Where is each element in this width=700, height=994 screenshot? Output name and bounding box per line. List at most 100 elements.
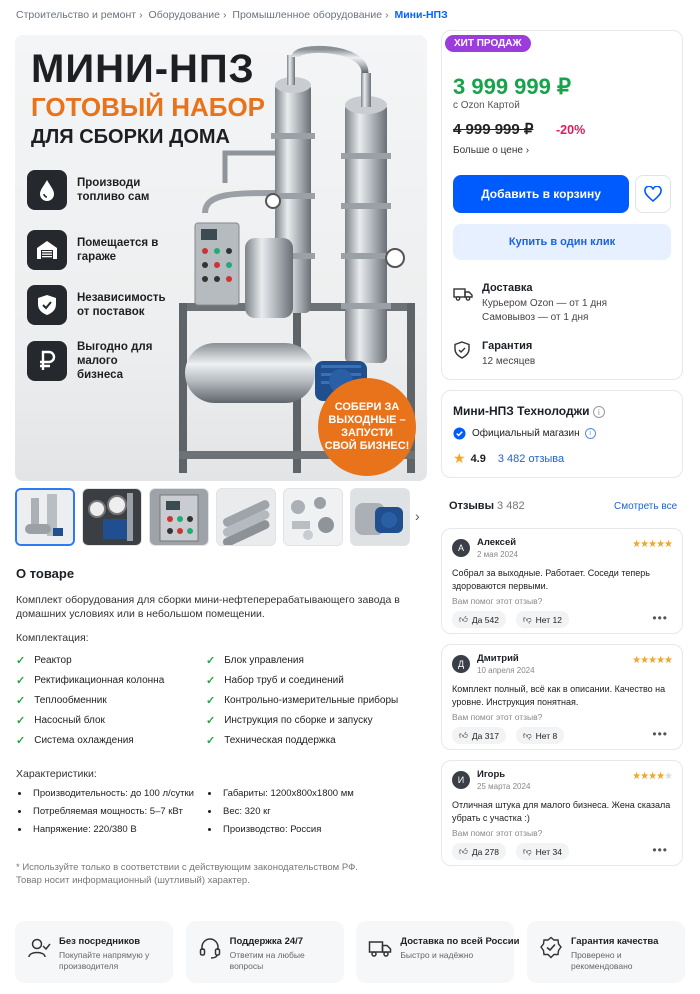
- breadcrumb-item[interactable]: Оборудование: [149, 9, 220, 21]
- store-reviews-link[interactable]: 3 482 отзыва: [498, 453, 564, 465]
- thumbs-up-icon: 👍︎: [459, 846, 468, 856]
- kit-item: ✓ Блок управления: [206, 655, 304, 667]
- ruble-icon: [27, 341, 67, 381]
- spec-item: Производство: Россия: [208, 824, 321, 835]
- spec-item: Напряжение: 220/380 В: [18, 824, 137, 835]
- kit-item: ✓ Набор труб и соединений: [206, 675, 344, 687]
- product-main-image[interactable]: МИНИ-НПЗ ГОТОВЫЙ НАБОР ДЛЯ СБОРКИ ДОМА П…: [15, 35, 427, 481]
- review-date: 2 мая 2024: [477, 550, 518, 559]
- vote-no-button[interactable]: 👎︎ Нет 8: [516, 727, 565, 744]
- more-options-icon[interactable]: •••: [652, 727, 668, 741]
- thumbnail[interactable]: [15, 488, 75, 546]
- vote-yes-button[interactable]: 👍︎ Да 542: [452, 611, 506, 628]
- check-icon: ✓: [16, 655, 26, 667]
- review-text: Комплект полный, всё как в описании. Кач…: [452, 684, 666, 707]
- breadcrumb-current[interactable]: Мини-НПЗ: [394, 9, 447, 21]
- kit-item: ✓ Контрольно-измерительные приборы: [206, 695, 399, 707]
- kit-item: ✓ Техническая поддержка: [206, 735, 336, 747]
- check-icon: ✓: [206, 675, 216, 687]
- check-icon: ✓: [16, 675, 26, 687]
- star-rating: ★★★★★: [632, 655, 673, 666]
- review-date: 10 апреля 2024: [477, 666, 535, 675]
- user-icon: [28, 938, 51, 958]
- store-name[interactable]: Мини-НПЗ Технолоджи i: [453, 404, 605, 418]
- hero-feature: Независимость от поставок: [27, 285, 166, 325]
- discount-badge: -20%: [556, 123, 586, 137]
- reviews-title: Отзывы 3 482: [449, 500, 525, 512]
- breadcrumb: Строительство и ремонт › Оборудование › Пр…: [16, 9, 448, 21]
- check-icon: ✓: [16, 735, 26, 747]
- avatar: А: [452, 539, 470, 557]
- drop-icon: [27, 170, 67, 210]
- kit-item: ✓ Система охлаждения: [16, 735, 134, 747]
- avatar: И: [452, 771, 470, 789]
- thumbnail[interactable]: [149, 488, 209, 546]
- truck-icon: [453, 287, 473, 306]
- warranty-info: Гарантия 12 месяцев: [482, 340, 536, 367]
- vote-yes-button[interactable]: 👍︎ Да 278: [452, 843, 506, 860]
- review-author: Дмитрий: [477, 653, 519, 664]
- buy-one-click-button[interactable]: Купить в один клик: [453, 224, 671, 260]
- review-author: Алексей: [477, 537, 517, 548]
- shield-check-icon: [27, 285, 67, 325]
- thumbnail[interactable]: [216, 488, 276, 546]
- vote-no-button[interactable]: 👎︎ Нет 12: [516, 611, 569, 628]
- price-note: с Ozon Картой: [453, 100, 520, 111]
- add-to-cart-button[interactable]: Добавить в корзину: [453, 175, 629, 213]
- more-options-icon[interactable]: •••: [652, 843, 668, 857]
- vote-no-button[interactable]: 👎︎ Нет 34: [516, 843, 569, 860]
- info-icon[interactable]: i: [592, 406, 605, 418]
- chevron-right-icon[interactable]: ›: [415, 508, 420, 524]
- spec-item: Производительность: до 100 л/сутки: [18, 788, 194, 799]
- product-page: Строительство и ремонт › Оборудование › Пр…: [0, 0, 700, 994]
- more-about-price-link[interactable]: Больше о цене ›: [453, 145, 529, 156]
- benefit-item: Доставка по всей России Быстро и надёжно: [356, 921, 519, 983]
- spec-item: Вес: 320 кг: [208, 806, 271, 817]
- vote-yes-button[interactable]: 👍︎ Да 317: [452, 727, 506, 744]
- helpful-question: Вам помог этот отзыв?: [452, 828, 543, 838]
- thumbnail-strip: [15, 488, 417, 546]
- price: 3 999 999 ₽: [453, 74, 571, 99]
- spec-item: Габариты: 1200x800x1800 мм: [208, 788, 354, 799]
- truck-icon: [369, 941, 392, 957]
- thumbs-down-icon: 👎︎: [523, 730, 532, 740]
- hit-badge: ХИТ ПРОДАЖ: [445, 35, 531, 52]
- star-icon: ★: [453, 450, 466, 466]
- breadcrumb-item[interactable]: Строительство и ремонт: [16, 9, 136, 21]
- kit-item: ✓ Насосный блок: [16, 715, 105, 727]
- thumbs-up-icon: 👍︎: [459, 614, 468, 624]
- helpful-question: Вам помог этот отзыв?: [452, 712, 543, 722]
- hero-feature: Помещается в гараже: [27, 230, 165, 270]
- check-icon: ✓: [16, 715, 26, 727]
- shield-check-icon: [454, 341, 470, 364]
- hero-feature: Выгодно для малого бизнеса: [27, 340, 165, 382]
- garage-icon: [27, 230, 67, 270]
- delivery-info: Доставка Курьером Ozon — от 1 дня Самовы…: [482, 282, 608, 323]
- info-icon[interactable]: i: [584, 428, 596, 439]
- review-author: Игорь: [477, 769, 506, 780]
- breadcrumb-item[interactable]: Промышленное оборудование: [232, 9, 382, 21]
- heart-icon: [644, 186, 662, 202]
- avatar: Д: [452, 655, 470, 673]
- quality-badge-icon: [540, 936, 562, 959]
- spec-item: Потребляемая мощность: 5–7 кВт: [18, 806, 183, 817]
- benefit-item: Без посредников Покупайте напрямую у про…: [15, 921, 173, 983]
- review-card: И Игорь 25 марта 2024 ★★★★★ Отличная шту…: [441, 760, 683, 866]
- check-icon: ✓: [206, 715, 216, 727]
- headset-icon: [199, 938, 220, 959]
- more-options-icon[interactable]: •••: [652, 611, 668, 625]
- see-all-reviews-link[interactable]: Смотреть все: [614, 501, 677, 512]
- thumbnail[interactable]: [283, 488, 343, 546]
- thumbs-up-icon: 👍︎: [459, 730, 468, 740]
- kit-item: ✓ Ректификационная колонна: [16, 675, 165, 687]
- verified-icon: [453, 427, 466, 440]
- promo-badge: СОБЕРИ ЗА ВЫХОДНЫЕ – ЗАПУСТИ СВОЙ БИЗНЕС…: [318, 378, 416, 476]
- review-text: Собрал за выходные. Работает. Соседи теп…: [452, 568, 650, 591]
- thumbnail[interactable]: [82, 488, 142, 546]
- official-store-label: Официальный магазин i: [453, 427, 596, 440]
- kit-title: Комплектация:: [16, 632, 89, 644]
- thumbnail[interactable]: [350, 488, 410, 546]
- star-rating: ★★★★★: [632, 771, 673, 782]
- favorite-button[interactable]: [635, 175, 671, 213]
- thumbs-down-icon: 👎︎: [523, 846, 532, 856]
